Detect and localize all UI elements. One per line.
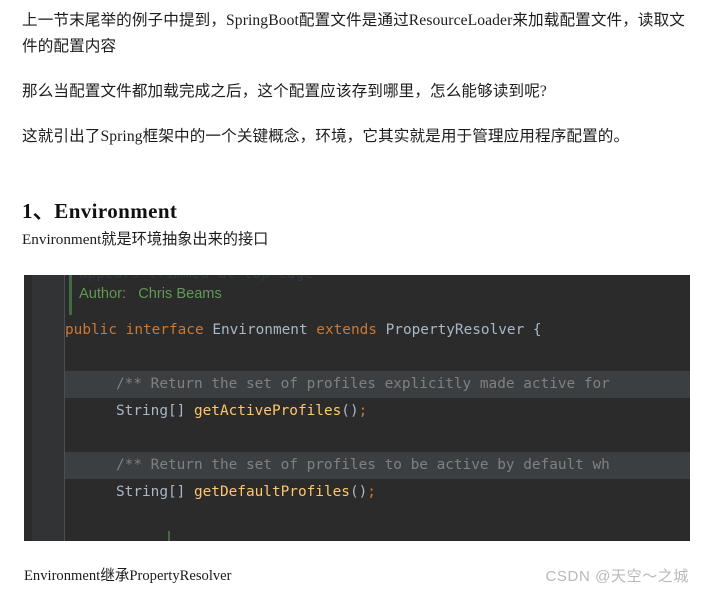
article-body: 上一节末尾举的例子中提到，SpringBoot配置文件是通过ResourceLo… <box>22 8 687 150</box>
code-token: { <box>524 322 542 338</box>
code-token: /** Return the set of profiles explicitl… <box>116 376 610 392</box>
code-line: String[] getDefaultProfiles(); <box>65 479 690 506</box>
code-token: String[] <box>116 403 186 419</box>
folded-comment-region[interactable]: /** Return the set of profiles explicitl… <box>116 371 690 398</box>
code-token: getDefaultProfiles <box>193 484 350 500</box>
code-token: interface <box>125 322 204 338</box>
code-block-environment: appears trimmed at top edgeAuthor: Chris… <box>24 275 690 541</box>
paragraph-2: 那么当配置文件都加载完成之后，这个配置应该存到哪里，怎么能够读到呢? <box>22 83 547 100</box>
code-token: public <box>65 322 117 338</box>
gutter-outer-edge <box>24 275 32 541</box>
code-text-area[interactable]: appears trimmed at top edgeAuthor: Chris… <box>65 275 690 541</box>
paragraph-1: 上一节末尾举的例子中提到，SpringBoot配置文件是通过ResourceLo… <box>22 12 685 55</box>
article-page: 上一节末尾举的例子中提到，SpringBoot配置文件是通过ResourceLo… <box>0 0 701 597</box>
code-line: String[] getActiveProfiles(); <box>65 398 690 425</box>
code-token: () <box>341 403 359 419</box>
code-token: ; <box>367 484 376 500</box>
code-token: () <box>349 484 368 500</box>
code-token: /** Return the set of profiles to be act… <box>116 457 610 473</box>
code-token: Chris Beams <box>138 286 222 302</box>
code-line: Author: Chris Beams <box>65 281 690 308</box>
code-token: extends <box>316 322 377 338</box>
code-line: /** Return the set of profiles to be act… <box>65 452 690 479</box>
code-token: Environment <box>212 322 308 338</box>
code-line: /** Return the set of profiles explicitl… <box>65 371 690 398</box>
code-token: getActiveProfiles <box>193 403 342 419</box>
code-token: ; <box>358 403 368 419</box>
code-line: public interface Environment extends Pro… <box>65 317 690 344</box>
paragraph-3: 这就引出了Spring框架中的一个关键概念，环境，它其实就是用于管理应用程序配置… <box>22 128 630 145</box>
javadoc-accent-bar-bottom <box>168 531 170 541</box>
code-token: String[] <box>116 484 186 500</box>
code-token: PropertyResolver <box>385 322 525 338</box>
section-heading-environment: 1、Environment <box>22 199 178 224</box>
folded-comment-region[interactable]: /** Return the set of profiles to be act… <box>116 452 690 479</box>
lead-line-text: Environment就是环境抽象出来的接口 <box>22 231 269 248</box>
code-token: Author: <box>79 286 127 302</box>
code-caption: Environment继承PropertyResolver <box>24 568 232 584</box>
csdn-watermark: CSDN @天空～之城 <box>545 568 689 585</box>
